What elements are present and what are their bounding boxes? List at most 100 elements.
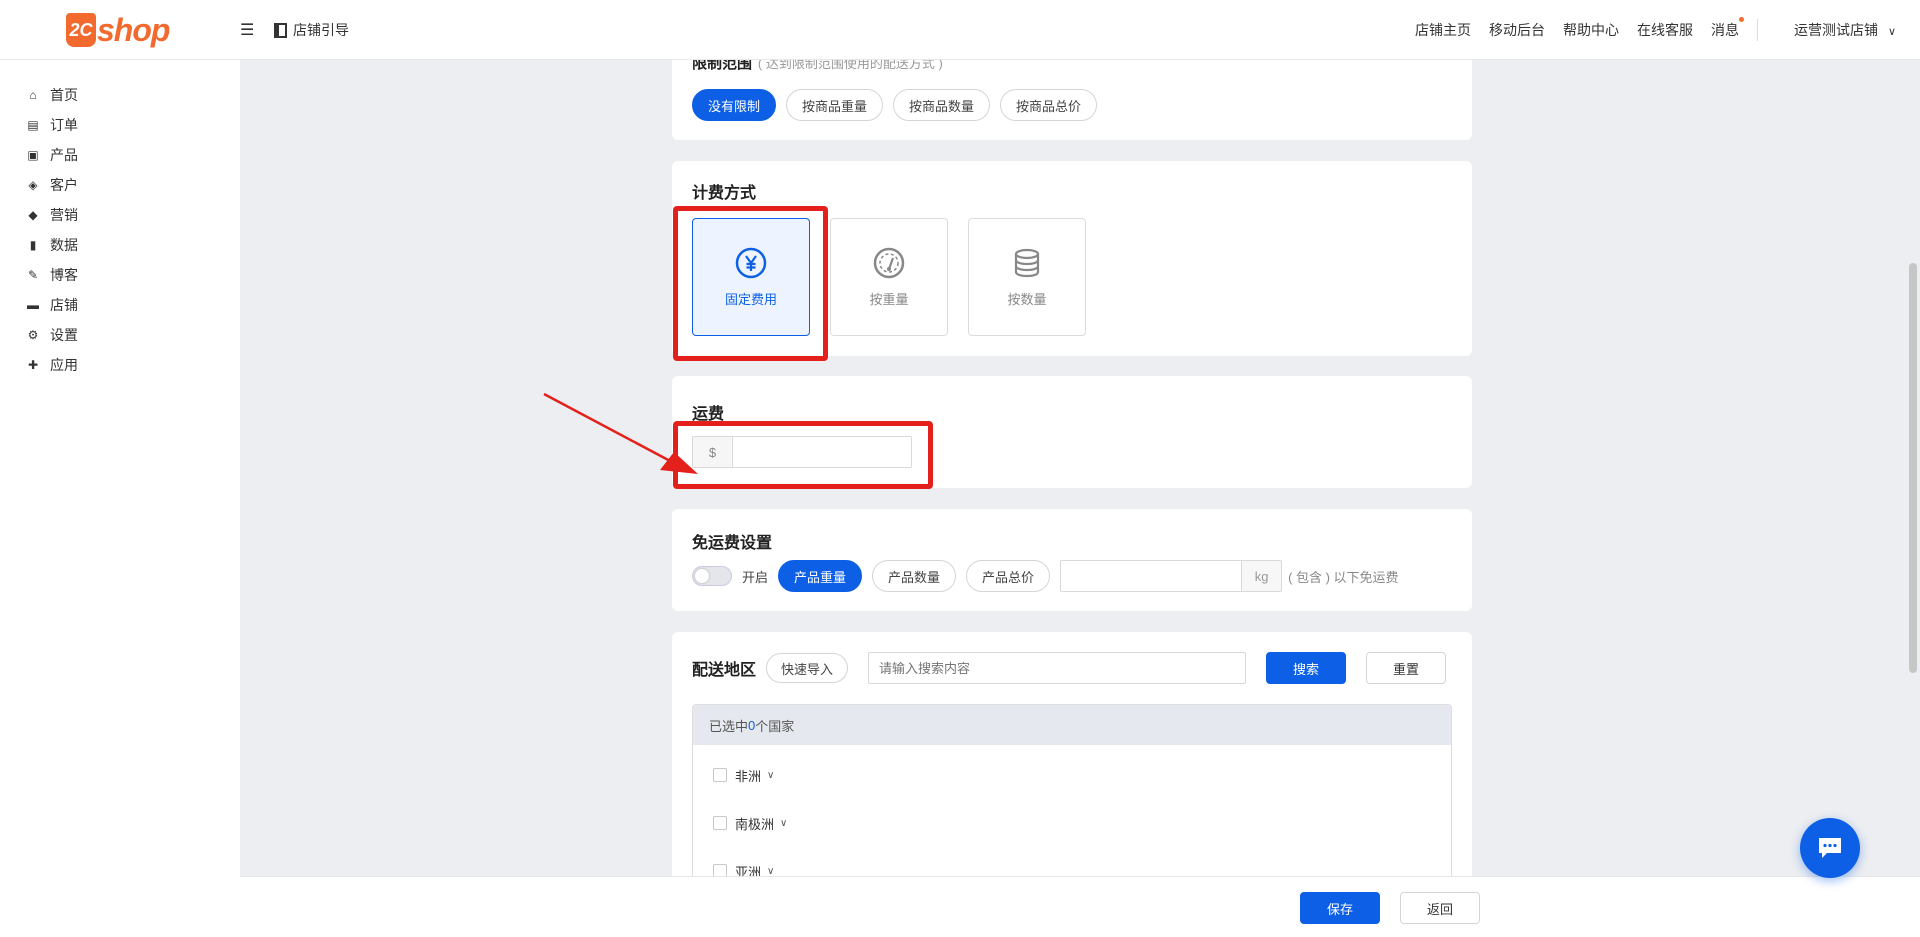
footer-bar: 保存 返回 (240, 876, 1920, 937)
scrollbar-thumb[interactable] (1909, 263, 1917, 673)
store-name: 运营测试店铺 (1794, 22, 1879, 38)
sidebar-item-label: 营销 (50, 207, 78, 223)
free-option-quantity[interactable]: 产品数量 (872, 560, 957, 592)
billing-option-weight[interactable]: 按重量 (830, 218, 948, 336)
regions-toolbar: 配送地区 快速导入 搜索 重置 (692, 652, 1447, 684)
order-icon: ▤ (27, 118, 39, 132)
limit-scope-card: 限制范围 ( 达到限制范围使用的配送方式 ) 没有限制 按商品重量 按商品数量 … (672, 60, 1472, 140)
sidebar-item-settings[interactable]: ⚙ 设置 (0, 320, 240, 350)
region-checkbox[interactable] (713, 768, 727, 782)
freight-input[interactable] (733, 437, 911, 467)
logo-text: shop (97, 11, 170, 48)
bar-chart-icon: ▮ (29, 238, 37, 252)
nav-divider (1757, 19, 1759, 41)
sidebar-item-label: 店铺 (50, 297, 78, 313)
tag-icon: ◆ (28, 208, 38, 222)
free-shipping-toggle[interactable] (692, 566, 732, 586)
gauge-icon (873, 247, 905, 278)
top-nav: 店铺主页 移动后台 帮助中心 在线客服 消息 运营测试店铺 ∨ (1397, 0, 1896, 60)
selected-suffix: 个国家 (755, 718, 795, 734)
search-button[interactable]: 搜索 (1266, 652, 1347, 684)
store-switcher[interactable]: 运营测试店铺 ∨ (1776, 20, 1896, 40)
sidebar-item-label: 博客 (50, 267, 78, 283)
chevron-down-icon[interactable]: ∨ (780, 818, 787, 829)
sidebar-item-label: 设置 (50, 327, 78, 343)
limit-option-quantity[interactable]: 按商品数量 (893, 89, 991, 121)
billing-title: 计费方式 (692, 185, 757, 202)
sidebar-item-label: 产品 (50, 147, 78, 163)
sidebar-item-products[interactable]: ▣ 产品 (0, 140, 240, 170)
save-button[interactable]: 保存 (1300, 892, 1380, 924)
selected-count: 0 (748, 717, 756, 733)
limit-option-total[interactable]: 按商品总价 (1000, 89, 1098, 121)
billing-option-label: 按数量 (1007, 291, 1047, 307)
book-icon (274, 22, 287, 38)
limit-scope-hint: ( 达到限制范围使用的配送方式 ) (757, 60, 943, 71)
region-selected-summary: 已选中 0 个国家 (693, 705, 1451, 745)
back-button[interactable]: 返回 (1400, 892, 1480, 924)
toggle-label: 开启 (742, 569, 769, 585)
chevron-down-icon[interactable]: ∨ (767, 770, 774, 781)
gear-icon: ⚙ (27, 328, 39, 342)
bag-icon: ▣ (27, 148, 39, 162)
top-header: 2C shop ☰ 店铺引导 店铺主页 移动后台 帮助中心 在线客服 消息 运营… (0, 0, 1920, 60)
free-shipping-suffix: ( 包含 ) 以下免运费 (1288, 569, 1399, 585)
unit-suffix: kg (1241, 561, 1282, 591)
page-scrollbar[interactable] (1906, 60, 1918, 937)
nav-online-support[interactable]: 在线客服 (1637, 20, 1693, 40)
sidebar: ⌂ 首页 ▤ 订单 ▣ 产品 ◈ 客户 ◆ 营销 ▮ 数据 ✎ 博客 ▬ 店铺 ⚙ 设置 ✚ 应用 (0, 60, 240, 937)
chevron-down-icon[interactable]: ∨ (767, 866, 774, 877)
store-guide-label: 店铺引导 (293, 22, 349, 38)
main-content: 限制范围 ( 达到限制范围使用的配送方式 ) 没有限制 按商品重量 按商品数量 … (240, 60, 1920, 937)
free-shipping-title: 免运费设置 (692, 535, 773, 552)
chat-button[interactable] (1800, 818, 1860, 878)
sidebar-item-orders[interactable]: ▤ 订单 (0, 110, 240, 140)
freight-input-group: $ (692, 436, 912, 468)
quick-import-button[interactable]: 快速导入 (766, 653, 849, 683)
free-option-weight[interactable]: 产品重量 (778, 560, 863, 592)
nav-help-center[interactable]: 帮助中心 (1563, 20, 1619, 40)
billing-option-quantity[interactable]: 按数量 (968, 218, 1086, 336)
billing-card: 计费方式 固定费用 按重量 按数量 (672, 161, 1472, 356)
regions-title: 配送地区 (692, 662, 757, 679)
reset-button[interactable]: 重置 (1366, 652, 1447, 684)
billing-option-fixed[interactable]: 固定费用 (692, 218, 810, 336)
sidebar-item-apps[interactable]: ✚ 应用 (0, 350, 240, 380)
limit-option-none[interactable]: 没有限制 (692, 89, 777, 121)
store-guide-link[interactable]: 店铺引导 (274, 20, 349, 40)
sidebar-item-blog[interactable]: ✎ 博客 (0, 260, 240, 290)
region-checkbox[interactable] (713, 816, 727, 830)
region-item-africa[interactable]: 非洲 ∨ (693, 751, 1451, 799)
region-search-input[interactable] (868, 652, 1247, 684)
region-label: 非洲 (735, 768, 762, 784)
threshold-input-group: kg (1060, 560, 1283, 592)
sidebar-item-store[interactable]: ▬ 店铺 (0, 290, 240, 320)
chevron-down-icon: ∨ (1887, 26, 1896, 38)
sidebar-item-marketing[interactable]: ◆ 营销 (0, 200, 240, 230)
logo[interactable]: 2C shop (66, 10, 170, 50)
region-label: 南极洲 (735, 816, 775, 832)
sidebar-item-label: 首页 (50, 87, 78, 103)
menu-icon[interactable]: ☰ (240, 20, 254, 40)
selected-prefix: 已选中 (709, 718, 749, 734)
yen-icon (735, 247, 767, 278)
freight-card: 运费 $ (672, 376, 1472, 488)
region-item-antarctica[interactable]: 南极洲 ∨ (693, 799, 1451, 847)
free-option-total[interactable]: 产品总价 (966, 560, 1051, 592)
limit-scope-header: 限制范围 ( 达到限制范围使用的配送方式 ) (692, 60, 943, 73)
sidebar-item-label: 数据 (50, 237, 78, 253)
diamond-icon: ◈ (28, 178, 38, 192)
nav-mobile-admin[interactable]: 移动后台 (1489, 20, 1545, 40)
puzzle-icon: ✚ (27, 358, 39, 372)
sidebar-item-data[interactable]: ▮ 数据 (0, 230, 240, 260)
nav-store-home[interactable]: 店铺主页 (1415, 20, 1471, 40)
nav-messages[interactable]: 消息 (1711, 17, 1745, 40)
sidebar-item-customers[interactable]: ◈ 客户 (0, 170, 240, 200)
chat-icon (1819, 838, 1841, 858)
sidebar-item-label: 应用 (50, 357, 78, 373)
threshold-input[interactable] (1061, 561, 1242, 591)
sidebar-item-label: 客户 (50, 177, 78, 193)
limit-scope-options: 没有限制 按商品重量 按商品数量 按商品总价 (692, 89, 1107, 121)
limit-option-weight[interactable]: 按商品重量 (786, 89, 884, 121)
sidebar-item-home[interactable]: ⌂ 首页 (0, 80, 240, 110)
